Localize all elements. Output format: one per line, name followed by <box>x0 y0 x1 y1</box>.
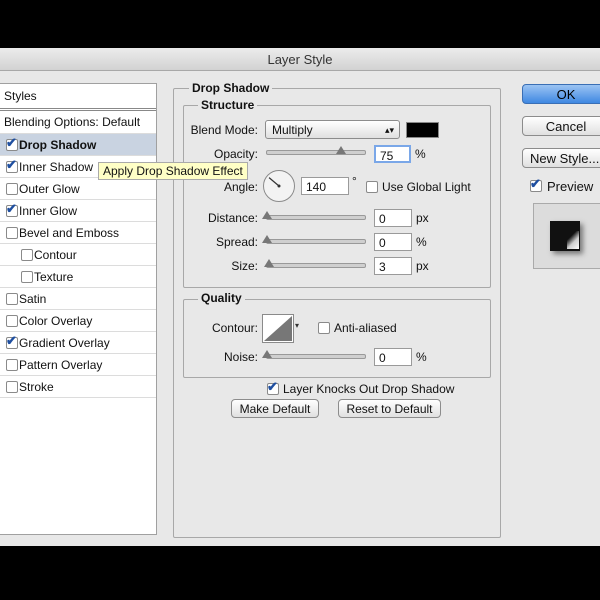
style-item-checkbox[interactable] <box>6 157 18 173</box>
spread-unit: % <box>416 235 427 249</box>
style-item-inner-glow[interactable]: Inner Glow <box>0 200 156 222</box>
distance-label: Distance: <box>207 211 258 225</box>
blend-mode-select[interactable]: Multiply ▴▾ <box>265 120 400 139</box>
styles-header: Styles <box>4 89 37 103</box>
select-arrows-icon: ▴▾ <box>384 125 394 135</box>
opacity-label: Opacity: <box>213 147 258 161</box>
style-item-satin[interactable]: Satin <box>0 288 156 310</box>
style-item-checkbox[interactable] <box>6 135 18 151</box>
make-default-button[interactable]: Make Default <box>231 399 319 418</box>
use-global-light-label: Use Global Light <box>382 180 471 194</box>
contour-preview-icon[interactable]: ▾ <box>262 314 302 343</box>
size-slider[interactable] <box>264 259 366 268</box>
style-item-label: Texture <box>34 270 74 284</box>
style-item-label: Stroke <box>19 380 54 394</box>
contour-label: Contour: <box>211 321 258 335</box>
cancel-button[interactable]: Cancel <box>522 116 600 136</box>
style-item-label: Inner Shadow <box>19 160 94 174</box>
style-item-texture[interactable]: Texture <box>0 266 156 288</box>
layer-style-dialog: Styles Blending Options: Default Drop Sh… <box>0 71 600 546</box>
style-item-checkbox[interactable] <box>6 381 18 393</box>
style-item-outer-glow[interactable]: Outer Glow <box>0 178 156 200</box>
style-item-label: Contour <box>34 248 77 262</box>
style-item-label: Color Overlay <box>19 314 93 328</box>
spread-input[interactable]: 0 <box>374 233 412 251</box>
style-item-checkbox[interactable] <box>6 227 18 239</box>
opacity-slider[interactable] <box>266 146 366 155</box>
style-item-checkbox[interactable] <box>6 315 18 327</box>
distance-input[interactable]: 0 <box>374 209 412 227</box>
style-item-checkbox[interactable] <box>6 201 18 217</box>
style-item-label: Drop Shadow <box>19 138 97 152</box>
layer-knocks-out-checkbox[interactable] <box>267 379 279 395</box>
distance-slider[interactable] <box>262 211 366 220</box>
size-slider-thumb[interactable] <box>264 259 274 267</box>
style-item-gradient-overlay[interactable]: Gradient Overlay <box>0 332 156 354</box>
style-item-checkbox[interactable] <box>6 183 18 195</box>
preview-checkbox[interactable] <box>530 176 542 192</box>
blend-color-swatch[interactable] <box>406 122 439 138</box>
opacity-unit: % <box>415 147 426 161</box>
noise-slider[interactable] <box>262 350 366 359</box>
title-bar: Layer Style <box>0 48 600 71</box>
spread-label: Spread: <box>215 235 258 249</box>
new-style-button[interactable]: New Style... <box>522 148 600 168</box>
angle-input[interactable]: 140 <box>301 177 349 195</box>
spread-slider[interactable] <box>262 235 366 244</box>
spread-slider-thumb[interactable] <box>262 235 272 243</box>
style-item-checkbox[interactable] <box>6 293 18 305</box>
style-item-label: Pattern Overlay <box>19 358 103 372</box>
style-item-checkbox[interactable] <box>6 333 18 349</box>
noise-slider-thumb[interactable] <box>262 350 272 358</box>
noise-label: Noise: <box>223 350 258 364</box>
angle-unit: ° <box>352 174 357 188</box>
distance-slider-thumb[interactable] <box>262 211 272 219</box>
preview-thumbnail <box>533 203 600 269</box>
blending-options-label: Blending Options: Default <box>4 115 141 129</box>
styles-panel: Styles Blending Options: Default Drop Sh… <box>0 83 157 535</box>
anti-aliased-checkbox[interactable] <box>318 322 330 334</box>
layer-knocks-out-label: Layer Knocks Out Drop Shadow <box>283 382 455 396</box>
style-item-label: Outer Glow <box>19 182 80 196</box>
blend-mode-value: Multiply <box>272 123 313 137</box>
distance-unit: px <box>416 211 429 225</box>
style-item-checkbox[interactable] <box>21 271 33 283</box>
svg-text:▾: ▾ <box>295 321 299 330</box>
style-item-color-overlay[interactable]: Color Overlay <box>0 310 156 332</box>
style-item-checkbox[interactable] <box>6 359 18 371</box>
anti-aliased-label: Anti-aliased <box>334 321 397 335</box>
style-item-label: Inner Glow <box>19 204 78 218</box>
drop-shadow-title: Drop Shadow <box>189 81 273 95</box>
structure-title: Structure <box>198 98 258 112</box>
ok-button[interactable]: OK <box>522 84 600 104</box>
size-label: Size: <box>231 259 258 273</box>
style-item-stroke[interactable]: Stroke <box>0 376 156 398</box>
opacity-input[interactable]: 75 <box>374 145 411 163</box>
quality-title: Quality <box>198 291 245 305</box>
angle-dial-icon[interactable] <box>262 169 296 203</box>
preview-label: Preview <box>547 179 594 194</box>
angle-label: Angle: <box>223 180 258 194</box>
style-item-drop-shadow[interactable]: Drop Shadow <box>0 134 156 156</box>
style-item-label: Bevel and Emboss <box>19 226 120 240</box>
style-item-contour[interactable]: Contour <box>0 244 156 266</box>
style-item-pattern-overlay[interactable]: Pattern Overlay <box>0 354 156 376</box>
reset-to-default-button[interactable]: Reset to Default <box>338 399 441 418</box>
style-item-bevel-and-emboss[interactable]: Bevel and Emboss <box>0 222 156 244</box>
window-title: Layer Style <box>267 52 333 67</box>
quality-group <box>183 299 491 378</box>
blending-options-row[interactable]: Blending Options: Default <box>0 111 156 134</box>
preview-swatch <box>550 221 580 251</box>
noise-unit: % <box>416 350 427 364</box>
opacity-slider-thumb[interactable] <box>335 146 346 154</box>
style-item-checkbox[interactable] <box>21 249 33 261</box>
size-input[interactable]: 3 <box>374 257 412 275</box>
size-unit: px <box>416 259 429 273</box>
noise-input[interactable]: 0 <box>374 348 412 366</box>
style-item-label: Satin <box>19 292 47 306</box>
style-item-label: Gradient Overlay <box>19 336 110 350</box>
blend-mode-label: Blend Mode: <box>190 123 258 137</box>
use-global-light-checkbox[interactable] <box>366 181 378 193</box>
tooltip: Apply Drop Shadow Effect <box>98 162 248 180</box>
